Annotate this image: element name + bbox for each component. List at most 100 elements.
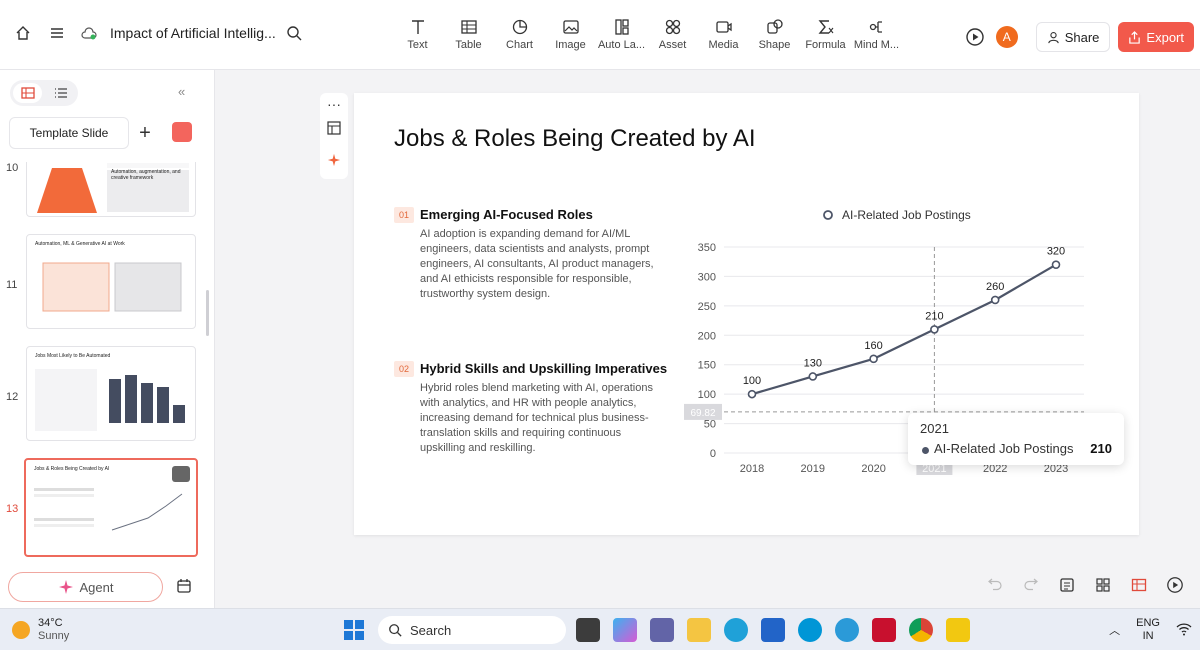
grid-icon[interactable] (1090, 572, 1116, 598)
collapse-panel-icon[interactable]: « (178, 84, 185, 99)
slide-number: 11 (6, 279, 18, 291)
tool-label: Mind M... (853, 39, 900, 51)
export-icon (1129, 30, 1141, 44)
tool-asset[interactable]: Asset (647, 18, 698, 51)
tool-label: Text (407, 39, 428, 51)
data-label: 100 (743, 375, 761, 387)
tool-table[interactable]: Table (443, 18, 494, 51)
tool-image[interactable]: Image (545, 18, 596, 51)
task-view-icon[interactable] (576, 618, 600, 642)
top-toolbar: Impact of Artificial Intellig... Text Ta… (0, 0, 1200, 70)
data-point (990, 295, 1000, 305)
template-slide-button[interactable]: Template Slide (9, 117, 129, 149)
auto-layout-icon (614, 19, 629, 35)
add-slide-button[interactable]: + (131, 117, 159, 149)
section-number: 01 (394, 207, 414, 223)
slide-thumbnail-10[interactable]: Automation, augmentation, and creative f… (26, 162, 196, 217)
ai-sparkle-icon[interactable] (327, 153, 341, 172)
taskbar-search[interactable]: Search (378, 616, 566, 644)
tool-mind-map[interactable]: Mind M... (851, 18, 902, 51)
thumbnail-view-button[interactable] (13, 83, 42, 103)
toolbar-left: Impact of Artificial Intellig... (10, 20, 307, 46)
windows-start-icon[interactable] (343, 619, 365, 646)
teams-icon[interactable] (650, 618, 674, 642)
legend-marker (823, 210, 833, 220)
y-tick-label: 250 (698, 301, 716, 313)
asset-icon (665, 19, 680, 35)
export-button[interactable]: Export (1118, 22, 1194, 52)
redo-icon[interactable] (1018, 572, 1044, 598)
tool-label: Asset (658, 39, 687, 51)
store-icon[interactable] (761, 618, 785, 642)
y-tick-label: 350 (698, 242, 716, 254)
data-label: 320 (1047, 246, 1065, 258)
windows-taskbar: 34°C Sunny Search ︿ ENG IN (0, 608, 1200, 650)
thumbnail-preview (42, 262, 182, 312)
language-code: ENG (1136, 617, 1160, 629)
search-icon (389, 624, 402, 637)
chrome-icon[interactable] (909, 618, 933, 642)
avatar[interactable]: A (995, 26, 1018, 48)
slide-thumbnail-12[interactable]: Jobs Most Likely to Be Automated (26, 346, 196, 441)
thumbnail-title: Automation, augmentation, and creative f… (111, 169, 181, 181)
play-icon[interactable] (962, 24, 988, 50)
document-title[interactable]: Impact of Artificial Intellig... (110, 25, 275, 41)
insert-tools: Text Table Chart Image Auto La... Asset … (392, 18, 902, 51)
file-explorer-icon[interactable] (687, 618, 711, 642)
y-tick-label: 50 (704, 419, 716, 431)
wifi-icon[interactable] (1176, 622, 1192, 639)
slide-title[interactable]: Jobs & Roles Being Created by AI (394, 125, 756, 153)
slide-canvas[interactable]: Jobs & Roles Being Created by AI 01 Emer… (354, 93, 1139, 535)
search-icon[interactable] (281, 20, 307, 46)
tool-shape[interactable]: Shape (749, 18, 800, 51)
section-body: Hybrid roles blend marketing with AI, op… (420, 382, 653, 454)
tool-label: Chart (506, 39, 533, 51)
data-label: 160 (864, 340, 882, 352)
chart-icon (512, 19, 527, 35)
weather-widget[interactable]: 34°C Sunny (12, 617, 69, 643)
more-icon[interactable]: ··· (327, 97, 341, 111)
data-label: 130 (804, 357, 822, 369)
mcafee-icon[interactable] (872, 618, 896, 642)
language-indicator[interactable]: ENG IN (1136, 617, 1160, 643)
undo-icon[interactable] (982, 572, 1008, 598)
power-bi-icon[interactable] (946, 618, 970, 642)
thumbnail-title: Jobs & Roles Being Created by AI (34, 466, 110, 472)
ai-slide-icon[interactable] (172, 122, 192, 142)
tool-media[interactable]: Media (698, 18, 749, 51)
table-icon (460, 20, 477, 34)
tool-chart[interactable]: Chart (494, 18, 545, 51)
tooltip-year: 2021 (920, 421, 949, 436)
home-icon[interactable] (10, 20, 36, 46)
hp-icon[interactable] (798, 618, 822, 642)
bottom-tools (982, 572, 1188, 598)
thumbnail-title: Automation, ML & Generative AI at Work (35, 241, 125, 247)
tool-formula[interactable]: Formula (800, 18, 851, 51)
layout-icon[interactable] (327, 121, 341, 140)
thumbnail-preview (34, 466, 190, 531)
slide-thumbnail-11[interactable]: Automation, ML & Generative AI at Work (26, 234, 196, 329)
list-view-button[interactable] (46, 83, 75, 103)
edge-icon[interactable] (724, 618, 748, 642)
share-button[interactable]: Share (1035, 22, 1111, 52)
x-tick-label: 2020 (861, 463, 885, 475)
slide-number: 13 (6, 503, 19, 515)
weather-text: 34°C Sunny (38, 617, 69, 643)
calendar-icon[interactable] (176, 578, 192, 599)
support-icon[interactable] (835, 618, 859, 642)
copilot-icon[interactable] (613, 618, 637, 642)
notes-icon[interactable] (1054, 572, 1080, 598)
slide-thumbnail-13[interactable]: Jobs & Roles Being Created by AI (24, 458, 198, 557)
present-icon[interactable] (1162, 572, 1188, 598)
slide-view-icon[interactable] (1126, 572, 1152, 598)
search-label: Search (410, 622, 452, 638)
agent-button[interactable]: Agent (8, 572, 163, 602)
chevron-up-icon[interactable]: ︿ (1109, 622, 1120, 638)
panel-scrollbar[interactable] (206, 290, 209, 336)
y-tick-label: 100 (698, 389, 716, 401)
agent-label: Agent (79, 579, 114, 595)
tool-auto-layout[interactable]: Auto La... (596, 18, 647, 51)
menu-icon[interactable] (44, 20, 70, 46)
tool-text[interactable]: Text (392, 18, 443, 51)
data-point (1051, 260, 1061, 269)
